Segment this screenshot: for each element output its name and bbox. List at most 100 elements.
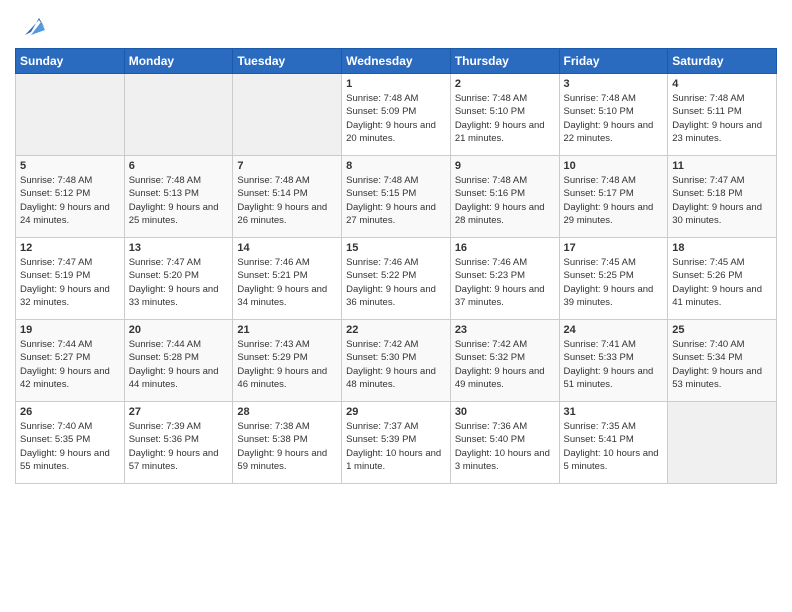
page: SundayMondayTuesdayWednesdayThursdayFrid…: [0, 0, 792, 494]
day-info: Sunrise: 7:36 AMSunset: 5:40 PMDaylight:…: [455, 420, 555, 473]
day-number: 14: [237, 242, 337, 254]
day-number: 30: [455, 406, 555, 418]
day-number: 16: [455, 242, 555, 254]
logo-icon: [17, 10, 47, 40]
day-number: 29: [346, 406, 446, 418]
day-number: 31: [564, 406, 664, 418]
calendar-table: SundayMondayTuesdayWednesdayThursdayFrid…: [15, 48, 777, 484]
day-info: Sunrise: 7:45 AMSunset: 5:25 PMDaylight:…: [564, 256, 664, 309]
day-number: 2: [455, 78, 555, 90]
day-cell: 22 Sunrise: 7:42 AMSunset: 5:30 PMDayligh…: [342, 320, 451, 402]
header-cell: Friday: [559, 49, 668, 74]
day-info: Sunrise: 7:47 AMSunset: 5:20 PMDaylight:…: [129, 256, 229, 309]
day-info: Sunrise: 7:48 AMSunset: 5:13 PMDaylight:…: [129, 174, 229, 227]
day-info: Sunrise: 7:48 AMSunset: 5:14 PMDaylight:…: [237, 174, 337, 227]
day-number: 25: [672, 324, 772, 336]
day-number: 4: [672, 78, 772, 90]
day-number: 15: [346, 242, 446, 254]
day-number: 1: [346, 78, 446, 90]
day-info: Sunrise: 7:48 AMSunset: 5:10 PMDaylight:…: [564, 92, 664, 145]
day-cell: 31 Sunrise: 7:35 AMSunset: 5:41 PMDayligh…: [559, 402, 668, 484]
day-cell: 6 Sunrise: 7:48 AMSunset: 5:13 PMDaylight…: [124, 156, 233, 238]
day-info: Sunrise: 7:42 AMSunset: 5:32 PMDaylight:…: [455, 338, 555, 391]
day-info: Sunrise: 7:38 AMSunset: 5:38 PMDaylight:…: [237, 420, 337, 473]
header-cell: Thursday: [450, 49, 559, 74]
day-info: Sunrise: 7:48 AMSunset: 5:10 PMDaylight:…: [455, 92, 555, 145]
day-cell: [668, 402, 777, 484]
day-info: Sunrise: 7:48 AMSunset: 5:15 PMDaylight:…: [346, 174, 446, 227]
day-cell: 21 Sunrise: 7:43 AMSunset: 5:29 PMDayligh…: [233, 320, 342, 402]
day-number: 22: [346, 324, 446, 336]
day-info: Sunrise: 7:46 AMSunset: 5:22 PMDaylight:…: [346, 256, 446, 309]
day-cell: 9 Sunrise: 7:48 AMSunset: 5:16 PMDaylight…: [450, 156, 559, 238]
week-row: 26Sunrise: 7:40 AMSunset: 5:35 PMDayligh…: [16, 402, 777, 484]
day-info: Sunrise: 7:45 AMSunset: 5:26 PMDaylight:…: [672, 256, 772, 309]
day-number: 9: [455, 160, 555, 172]
day-info: Sunrise: 7:41 AMSunset: 5:33 PMDaylight:…: [564, 338, 664, 391]
day-number: 12: [20, 242, 120, 254]
day-cell: 26Sunrise: 7:40 AMSunset: 5:35 PMDayligh…: [16, 402, 125, 484]
day-number: 8: [346, 160, 446, 172]
header-cell: Wednesday: [342, 49, 451, 74]
day-cell: 30 Sunrise: 7:36 AMSunset: 5:40 PMDayligh…: [450, 402, 559, 484]
week-row: 1 Sunrise: 7:48 AMSunset: 5:09 PMDaylight…: [16, 74, 777, 156]
day-cell: 13 Sunrise: 7:47 AMSunset: 5:20 PMDayligh…: [124, 238, 233, 320]
day-cell: 11Sunrise: 7:47 AMSunset: 5:18 PMDayligh…: [668, 156, 777, 238]
day-info: Sunrise: 7:46 AMSunset: 5:21 PMDaylight:…: [237, 256, 337, 309]
day-number: 13: [129, 242, 229, 254]
day-info: Sunrise: 7:48 AMSunset: 5:16 PMDaylight:…: [455, 174, 555, 227]
day-number: 21: [237, 324, 337, 336]
day-number: 17: [564, 242, 664, 254]
day-number: 6: [129, 160, 229, 172]
day-number: 24: [564, 324, 664, 336]
header-cell: Tuesday: [233, 49, 342, 74]
day-number: 19: [20, 324, 120, 336]
header-cell: Sunday: [16, 49, 125, 74]
logo: [15, 10, 47, 40]
day-cell: 25 Sunrise: 7:40 AMSunset: 5:34 PMDayligh…: [668, 320, 777, 402]
day-cell: [233, 74, 342, 156]
day-cell: 24 Sunrise: 7:41 AMSunset: 5:33 PMDayligh…: [559, 320, 668, 402]
day-cell: 12Sunrise: 7:47 AMSunset: 5:19 PMDayligh…: [16, 238, 125, 320]
week-row: 19 Sunrise: 7:44 AMSunset: 5:27 PMDayligh…: [16, 320, 777, 402]
day-cell: 28 Sunrise: 7:38 AMSunset: 5:38 PMDayligh…: [233, 402, 342, 484]
day-cell: 17 Sunrise: 7:45 AMSunset: 5:25 PMDayligh…: [559, 238, 668, 320]
day-number: 20: [129, 324, 229, 336]
day-cell: [16, 74, 125, 156]
day-info: Sunrise: 7:40 AMSunset: 5:35 PMDaylight:…: [20, 420, 120, 473]
day-info: Sunrise: 7:46 AMSunset: 5:23 PMDaylight:…: [455, 256, 555, 309]
header-cell: Saturday: [668, 49, 777, 74]
day-info: Sunrise: 7:43 AMSunset: 5:29 PMDaylight:…: [237, 338, 337, 391]
day-number: 3: [564, 78, 664, 90]
day-number: 10: [564, 160, 664, 172]
day-cell: 19 Sunrise: 7:44 AMSunset: 5:27 PMDayligh…: [16, 320, 125, 402]
day-cell: 23 Sunrise: 7:42 AMSunset: 5:32 PMDayligh…: [450, 320, 559, 402]
week-row: 12Sunrise: 7:47 AMSunset: 5:19 PMDayligh…: [16, 238, 777, 320]
day-cell: 10 Sunrise: 7:48 AMSunset: 5:17 PMDayligh…: [559, 156, 668, 238]
day-info: Sunrise: 7:37 AMSunset: 5:39 PMDaylight:…: [346, 420, 446, 473]
day-cell: 27Sunrise: 7:39 AMSunset: 5:36 PMDayligh…: [124, 402, 233, 484]
day-info: Sunrise: 7:48 AMSunset: 5:17 PMDaylight:…: [564, 174, 664, 227]
day-number: 28: [237, 406, 337, 418]
day-cell: 4 Sunrise: 7:48 AMSunset: 5:11 PMDaylight…: [668, 74, 777, 156]
day-info: Sunrise: 7:44 AMSunset: 5:27 PMDaylight:…: [20, 338, 120, 391]
day-number: 23: [455, 324, 555, 336]
day-cell: 8 Sunrise: 7:48 AMSunset: 5:15 PMDaylight…: [342, 156, 451, 238]
day-cell: 15 Sunrise: 7:46 AMSunset: 5:22 PMDayligh…: [342, 238, 451, 320]
day-info: Sunrise: 7:44 AMSunset: 5:28 PMDaylight:…: [129, 338, 229, 391]
day-info: Sunrise: 7:42 AMSunset: 5:30 PMDaylight:…: [346, 338, 446, 391]
header-row: SundayMondayTuesdayWednesdayThursdayFrid…: [16, 49, 777, 74]
day-cell: 14 Sunrise: 7:46 AMSunset: 5:21 PMDayligh…: [233, 238, 342, 320]
day-info: Sunrise: 7:48 AMSunset: 5:11 PMDaylight:…: [672, 92, 772, 145]
day-number: 7: [237, 160, 337, 172]
day-number: 18: [672, 242, 772, 254]
day-cell: 3 Sunrise: 7:48 AMSunset: 5:10 PMDaylight…: [559, 74, 668, 156]
day-info: Sunrise: 7:35 AMSunset: 5:41 PMDaylight:…: [564, 420, 664, 473]
day-cell: 20 Sunrise: 7:44 AMSunset: 5:28 PMDayligh…: [124, 320, 233, 402]
day-cell: 5Sunrise: 7:48 AMSunset: 5:12 PMDaylight…: [16, 156, 125, 238]
week-row: 5Sunrise: 7:48 AMSunset: 5:12 PMDaylight…: [16, 156, 777, 238]
header-cell: Monday: [124, 49, 233, 74]
day-cell: 2 Sunrise: 7:48 AMSunset: 5:10 PMDaylight…: [450, 74, 559, 156]
day-info: Sunrise: 7:40 AMSunset: 5:34 PMDaylight:…: [672, 338, 772, 391]
day-info: Sunrise: 7:48 AMSunset: 5:09 PMDaylight:…: [346, 92, 446, 145]
